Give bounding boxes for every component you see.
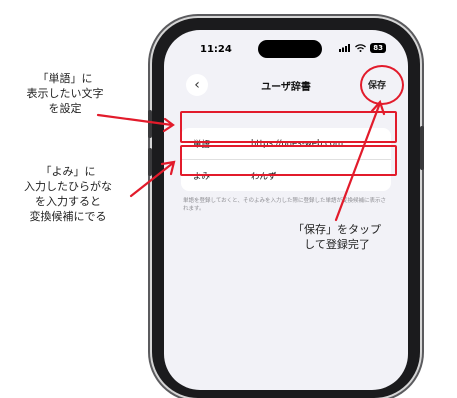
save-annotation: 「保存」をタップ して登録完了 (293, 223, 381, 251)
word-annotation: 「単語」に 表示したい文字 を設定 (26, 72, 104, 115)
reading-annotation: 「よみ」に 入力したひらがな を入力すると 変換候補にでる (24, 165, 112, 223)
